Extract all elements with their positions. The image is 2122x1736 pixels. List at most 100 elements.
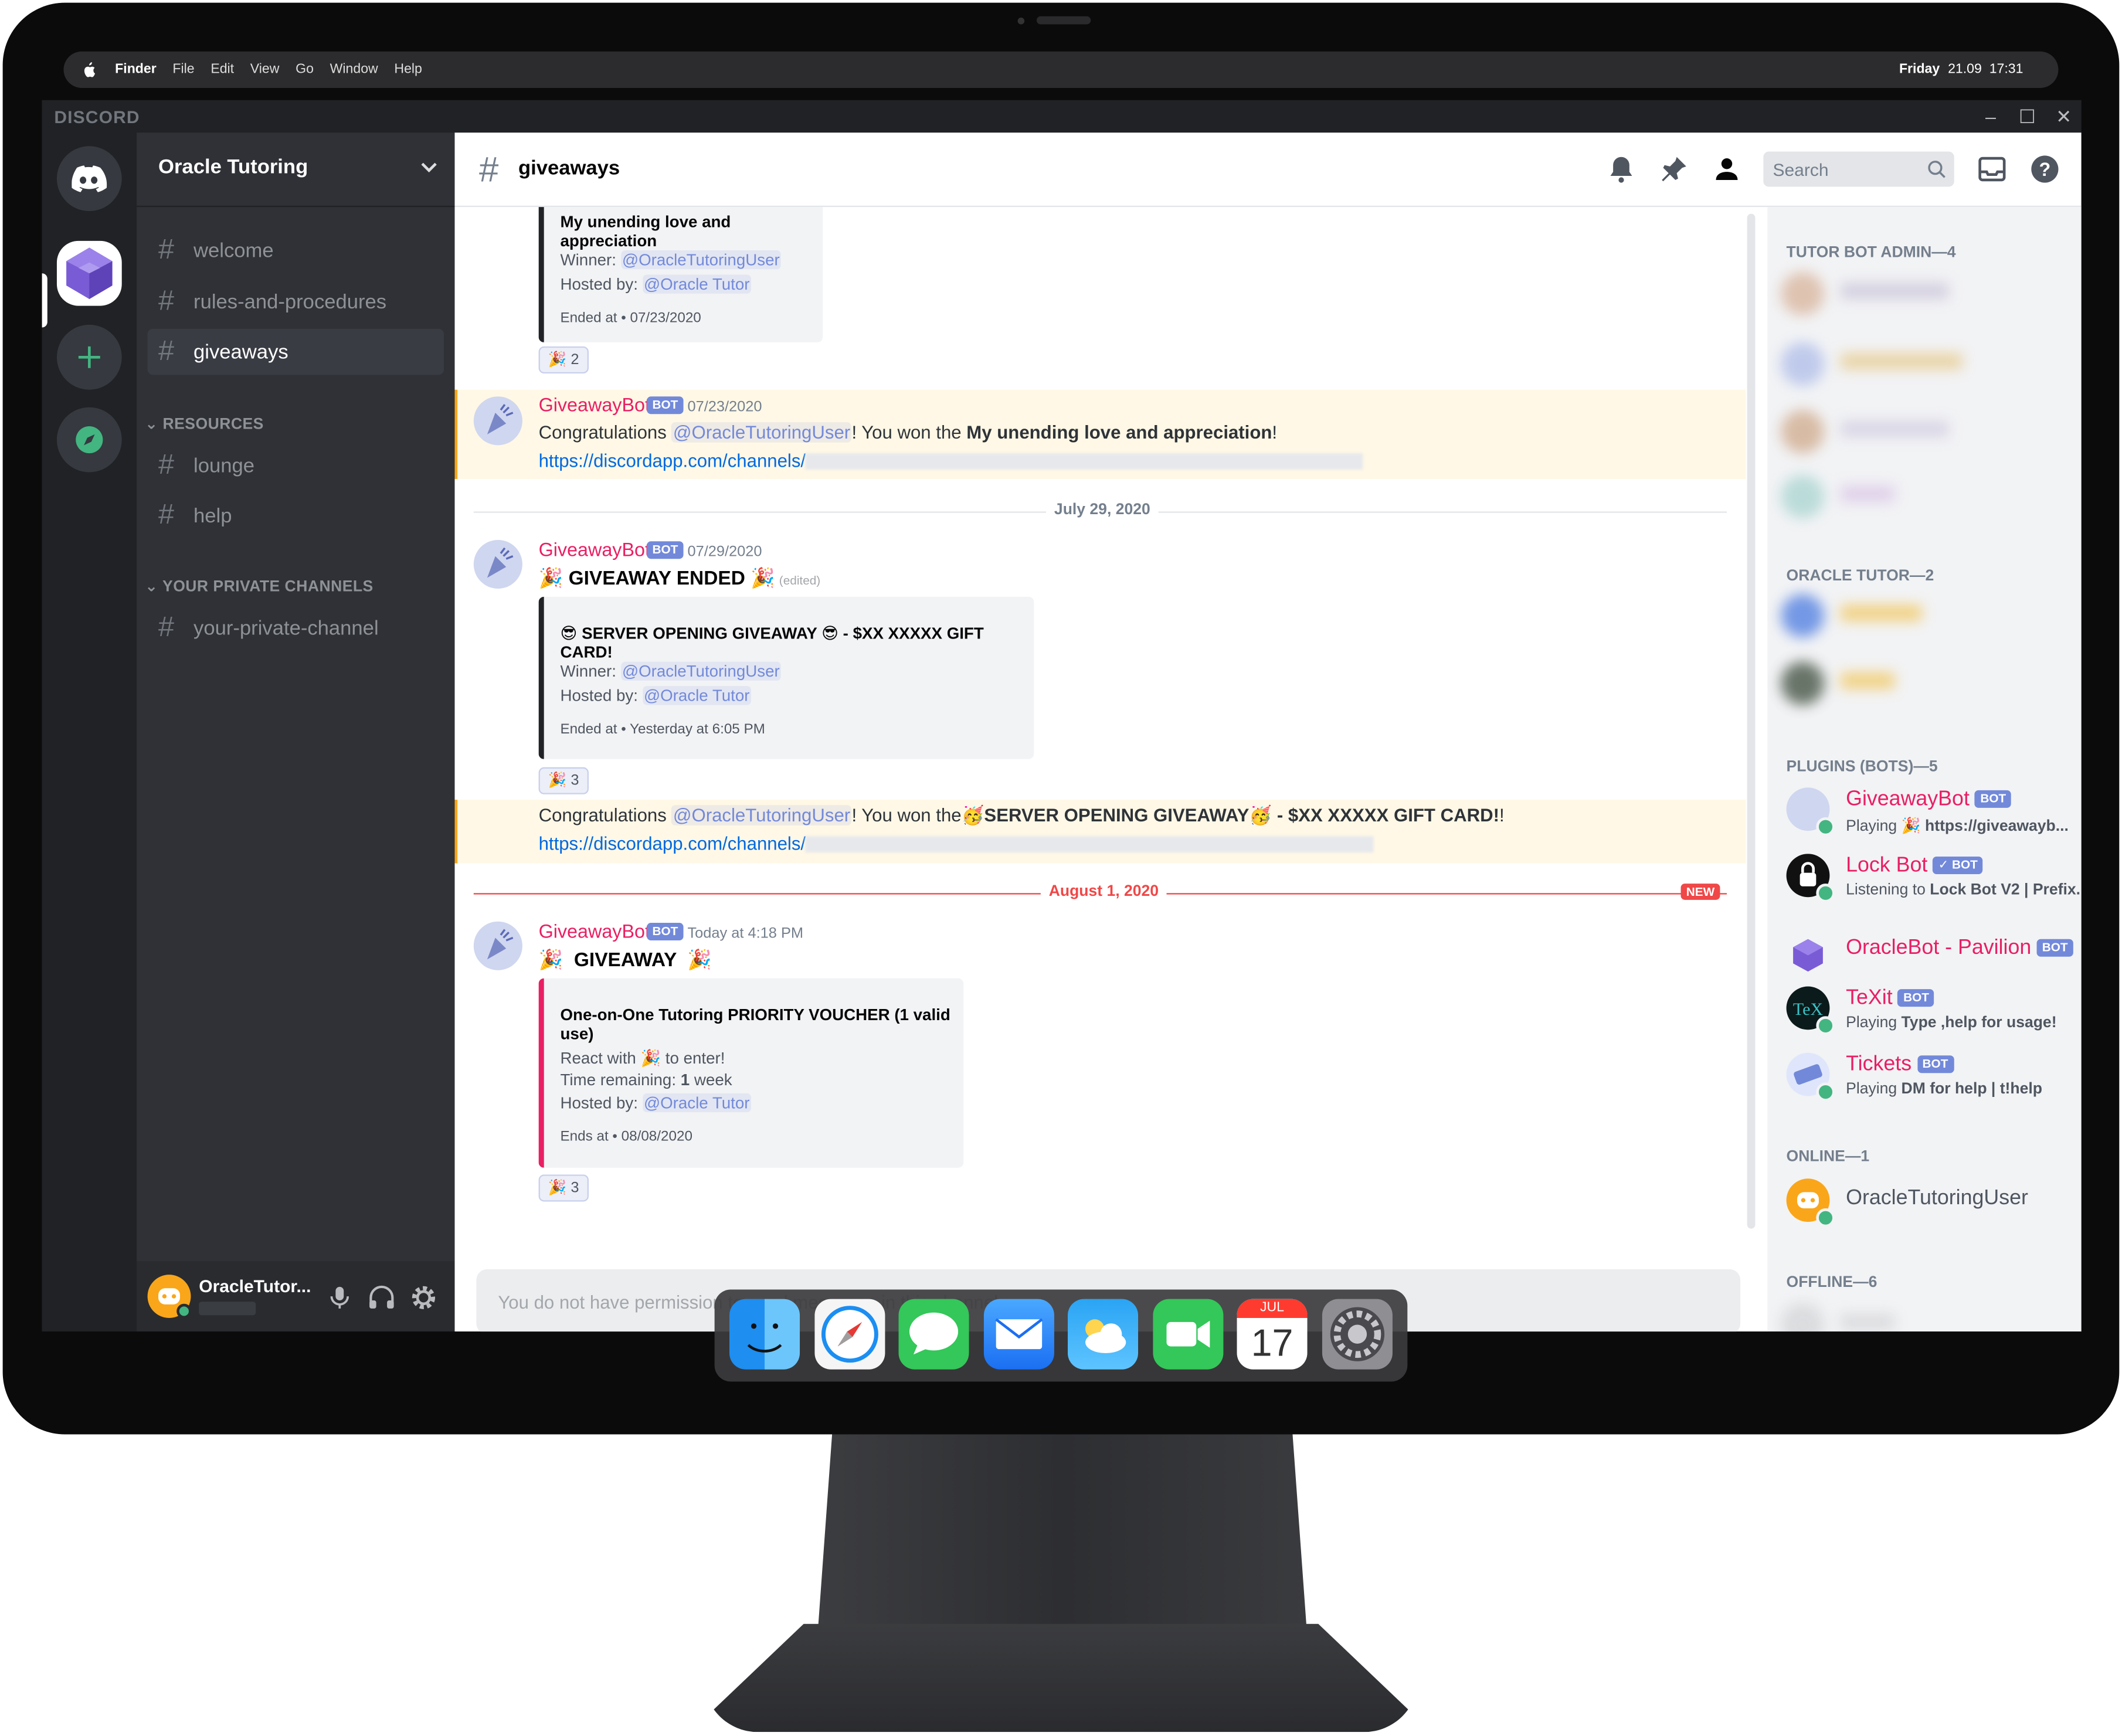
blurred-member[interactable] [1781,342,1997,399]
weather-icon[interactable] [1068,1299,1139,1370]
explore-servers-button[interactable] [56,407,122,473]
message-link-row: https://discordapp.com/channels/ [539,451,1363,471]
member-giveawaybot[interactable]: GiveawayBot BOT Playing 🎉 https://giveawa… [1786,787,2071,844]
blurred-member[interactable] [1781,594,1997,651]
menu-help[interactable]: Help [394,62,422,77]
member-oracletutoringuser[interactable]: OracleTutoringUser [1786,1178,2071,1235]
pin-icon[interactable] [1658,153,1690,185]
apple-logo-icon[interactable] [83,62,96,77]
microphone-icon[interactable] [325,1283,355,1313]
menu-file[interactable]: File [172,62,194,77]
active-server-indicator [42,273,47,328]
cloud-icon [1085,1319,1126,1353]
calendar-day: 17 [1251,1321,1293,1364]
winner-mention[interactable]: @OracleTutoringUser [620,250,782,270]
close-icon[interactable]: ✕ [2052,104,2076,129]
bot-tag: BOT [1917,1055,1954,1073]
settings-gear-icon[interactable] [409,1283,439,1313]
member-texit[interactable]: TeX TeXit BOT Playing Type ,help for usag… [1786,986,2071,1044]
channel-your-private-channel[interactable]: # your-private-channel [148,605,444,651]
winner-label: Winner: [560,661,616,681]
facetime-icon[interactable] [1153,1299,1224,1370]
embed-host: Hosted by: @Oracle Tutor [561,1093,751,1113]
settings-icon[interactable] [1322,1299,1393,1370]
channel-help[interactable]: # help [148,492,444,538]
member-name-text: Lock Bot [1846,854,1928,877]
member-list-icon[interactable] [1710,153,1743,185]
user-mention[interactable]: @OracleTutoringUser [671,805,852,825]
party-popper-avatar-icon [487,547,514,578]
menu-view[interactable]: View [250,62,280,77]
menu-go[interactable]: Go [296,62,314,77]
server-oracle-tutoring[interactable] [56,240,122,306]
member-lock-bot[interactable]: Lock Bot ✓ BOT Listening to Lock Bot V2 |… [1786,854,2080,911]
messages-icon[interactable] [898,1299,969,1370]
notification-bell-icon[interactable] [1605,153,1637,185]
discord-default-avatar-icon [158,1288,192,1319]
user-mention[interactable]: @OracleTutoringUser [671,422,852,443]
finder-icon[interactable] [729,1299,800,1370]
menu-edit[interactable]: Edit [210,62,234,77]
channel-lounge[interactable]: # lounge [148,443,444,488]
giveawaybot-avatar[interactable] [473,921,522,970]
calendar-icon[interactable]: JUL 17 [1237,1299,1308,1370]
host-mention[interactable]: @Oracle Tutor [642,1093,751,1113]
search-input[interactable]: Search [1763,151,1954,187]
member-oraclebot[interactable]: OracleBot - Pavilion BOT [1786,933,2073,991]
category-private[interactable]: ⌄ YOUR PRIVATE CHANNELS [145,576,374,596]
winner-mention[interactable]: @OracleTutoringUser [620,661,782,681]
channel-title: giveaways [518,157,620,180]
inbox-icon[interactable] [1976,153,2008,185]
help-icon[interactable]: ? [2029,153,2061,185]
host-mention[interactable]: @Oracle Tutor [642,274,751,294]
blurred-member[interactable] [1781,661,1997,719]
giveaway-ended-heading: 🎉 GIVEAWAY ENDED 🎉 (edited) [539,567,821,590]
minimize-icon[interactable]: – [1978,104,2003,129]
confetti-icon: 🎉 [538,950,563,972]
safari-icon[interactable] [814,1299,885,1370]
home-button[interactable] [56,146,122,212]
message-author[interactable]: GiveawayBot [539,394,650,416]
member-activity: Playing Type ,help for usage! [1846,1015,2056,1031]
blurred-member[interactable] [1781,410,1997,467]
message-scrollbar[interactable] [1747,213,1756,1229]
headphones-icon[interactable] [366,1283,396,1313]
embed-host: Hosted by: @Oracle Tutor [561,686,751,705]
blurred-member[interactable] [1781,1303,1997,1332]
reaction-tada[interactable]: 🎉 2 [538,346,589,374]
message-link[interactable]: https://discordapp.com/channels/ [539,834,806,854]
channel-label: welcome [193,239,274,262]
member-tickets[interactable]: Tickets BOT Playing DM for help | t!help [1786,1052,2071,1110]
member-name: OracleBot - Pavilion BOT [1846,936,2073,961]
giveawaybot-avatar[interactable] [473,539,522,589]
menu-finder[interactable]: Finder [115,62,157,77]
server-header[interactable]: Oracle Tutoring [137,133,455,208]
message-author[interactable]: GiveawayBot [539,920,650,942]
camera-dot [1017,18,1025,25]
online-status-dot [1816,1082,1835,1102]
text-pre: Congratulations [538,805,667,825]
menu-window[interactable]: Window [330,62,378,77]
reaction-tada[interactable]: 🎉 3 [538,1174,589,1202]
text-mid: ! You won the [851,422,962,443]
embed-card: 😎 SERVER OPENING GIVEAWAY 😎 - $XX XXXXX … [538,596,1034,759]
user-avatar[interactable] [147,1275,192,1319]
reaction-tada[interactable]: 🎉 3 [538,767,589,794]
message-author[interactable]: GiveawayBot [539,539,650,560]
giveawaybot-avatar[interactable] [473,396,522,446]
bot-tag: BOT [1975,790,2012,808]
mail-icon[interactable] [983,1299,1054,1370]
member-name: Lock Bot ✓ BOT [1846,854,1984,878]
host-mention[interactable]: @Oracle Tutor [642,686,751,705]
channel-rules-and-procedures[interactable]: # rules-and-procedures [148,278,444,324]
speech-bubble-icon [909,1312,959,1355]
channel-welcome[interactable]: # welcome [148,227,444,273]
message-link[interactable]: https://discordapp.com/channels/ [539,451,806,471]
menu-clock[interactable]: Friday 21.09 17:31 [1899,62,2023,77]
category-resources[interactable]: ⌄ RESOURCES [145,414,264,433]
maximize-icon[interactable]: ☐ [2015,104,2040,129]
blurred-member[interactable] [1781,475,1997,532]
add-server-button[interactable] [56,324,122,390]
blurred-member[interactable] [1781,271,1997,329]
channel-giveaways[interactable]: # giveaways [147,328,444,375]
